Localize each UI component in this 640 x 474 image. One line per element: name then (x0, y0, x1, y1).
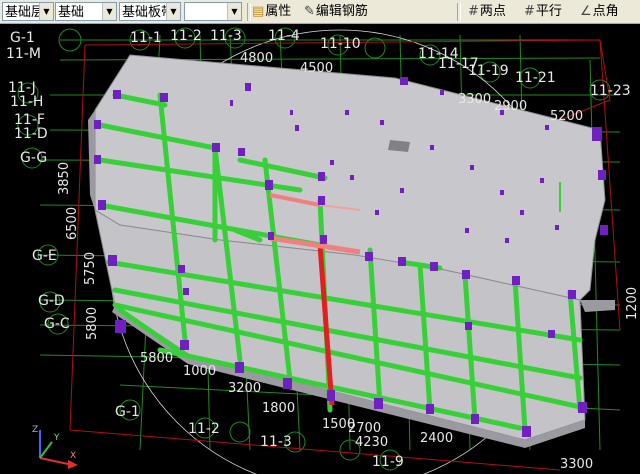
component-type-combo[interactable]: 基础板带 ▼ (119, 2, 181, 21)
x-axis-line (39, 457, 69, 465)
grid-icon: # (524, 4, 535, 19)
angle-icon: ∠ (580, 4, 592, 19)
dim-5800-left: 5800 (85, 307, 100, 340)
dim-5200: 5200 (550, 109, 583, 124)
grid-label-11-21: 11-21 (515, 70, 556, 86)
dim-1200: 1200 (625, 287, 640, 320)
grid-label-11-2: 11-2 (170, 28, 202, 44)
z-axis-label: Z (32, 425, 38, 435)
dim-5750: 5750 (83, 252, 98, 285)
y-axis-line (39, 441, 53, 459)
slab-side-right (580, 300, 615, 312)
dim-1000: 1000 (183, 364, 216, 379)
grid-label-ge: G-E (32, 248, 57, 264)
grid-label-gg: G-G (20, 150, 47, 166)
component-name-combo[interactable]: ▼ (184, 2, 242, 21)
grid-label-11-10: 11-10 (320, 36, 361, 52)
category-combo-value: 基础 (58, 5, 85, 20)
two-points-button[interactable]: #两点 (468, 2, 506, 21)
category-combo[interactable]: 基础 ▼ (55, 2, 117, 21)
model-canvas[interactable]: G-1 11-M 11-J 11-H 11-F 11-D G-G G-E G-D… (0, 24, 640, 474)
dim-4800: 4800 (240, 51, 273, 66)
dim-5800-bottom: 5800 (140, 351, 173, 366)
floor-combo[interactable]: 基础层 ▼ (2, 2, 54, 21)
slab-opening (388, 140, 410, 152)
dim-3300-bottom: 3300 (560, 457, 593, 472)
grid-label-11-23: 11-23 (590, 83, 631, 99)
property-button-label: 属性 (265, 4, 292, 19)
grid-label-11-19: 11-19 (468, 63, 509, 79)
edit-rebar-button-label: 编辑钢筋 (315, 4, 368, 19)
grid-label-11h: 11-H (10, 94, 43, 110)
grid-icon: # (468, 4, 479, 19)
property-icon: ▤ (252, 4, 265, 19)
grid-label-11-3-bottom: 11-3 (260, 434, 292, 450)
grid-label-gc: G-C (44, 316, 70, 332)
dim-6500: 6500 (65, 207, 80, 240)
x-axis-label: X (70, 451, 76, 461)
chevron-down-icon[interactable]: ▼ (39, 3, 53, 20)
dim-2700: 2700 (348, 421, 381, 436)
grid-label-11d: 11-D (14, 126, 48, 142)
grid-label-11-3: 11-3 (210, 28, 242, 44)
x-arrow-icon (68, 460, 78, 469)
parallel-button-label: 平行 (535, 4, 562, 19)
point-angle-button[interactable]: ∠点角 (580, 2, 619, 21)
grid-label-11-4: 11-4 (268, 28, 300, 44)
grid-label-g1-left: G-1 (10, 30, 35, 46)
y-axis-label: Y (53, 433, 60, 443)
axis-indicator: Z Y X (32, 425, 78, 469)
chevron-down-icon[interactable]: ▼ (166, 3, 180, 20)
grid-label-11-2-bottom: 11-2 (188, 421, 220, 437)
dim-1800: 1800 (262, 401, 295, 416)
grid-label-11m: 11-M (6, 46, 41, 62)
dim-4500: 4500 (300, 61, 333, 76)
grid-label-g1-bottom: G-1 (115, 404, 140, 420)
3d-viewport[interactable]: G-1 11-M 11-J 11-H 11-F 11-D G-G G-E G-D… (0, 24, 640, 474)
chevron-down-icon[interactable]: ▼ (102, 3, 116, 20)
dim-4230: 4230 (355, 435, 388, 450)
toolbar: 基础层 ▼ 基础 ▼ 基础板带 ▼ ▼ ▤属性 ✎编辑钢筋 #两点 #平行 ∠点… (0, 0, 640, 24)
dim-3300: 3300 (458, 92, 491, 107)
dim-2900: 2900 (494, 99, 527, 114)
dim-3200: 3200 (228, 381, 261, 396)
dim-2400: 2400 (420, 431, 453, 446)
property-button[interactable]: ▤属性 (252, 2, 291, 21)
edit-rebar-button[interactable]: ✎编辑钢筋 (304, 2, 368, 21)
toolbar-separator (247, 3, 251, 21)
grid-label-11-1: 11-1 (130, 30, 162, 46)
grid-label-11-9-bottom: 11-9 (372, 454, 404, 470)
grid-label-gd: G-D (38, 293, 65, 309)
dim-3850: 3850 (57, 162, 72, 195)
parallel-button[interactable]: #平行 (524, 2, 562, 21)
point-angle-button-label: 点角 (592, 4, 619, 19)
chevron-down-icon[interactable]: ▼ (227, 3, 241, 20)
pencil-icon: ✎ (304, 4, 315, 19)
two-points-button-label: 两点 (479, 4, 506, 19)
toolbar-separator (457, 3, 461, 21)
